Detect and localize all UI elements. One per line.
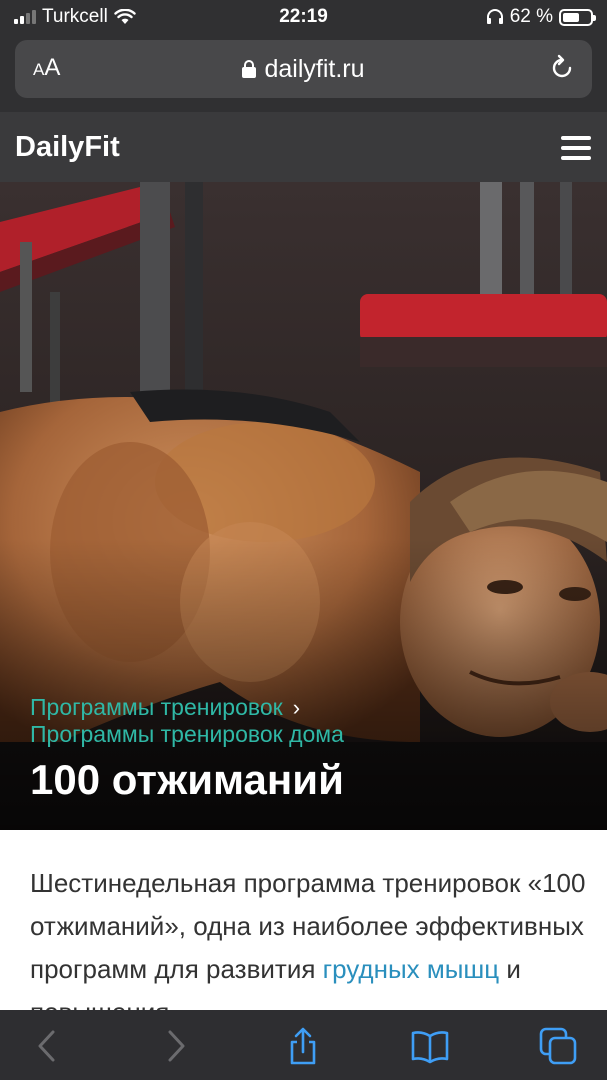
hero-text: Программы тренировок › Программы трениров… bbox=[30, 694, 590, 805]
breadcrumb-separator-icon: › bbox=[292, 695, 301, 720]
reload-icon[interactable] bbox=[548, 54, 576, 82]
battery-percent: 62 % bbox=[509, 6, 553, 27]
page-title: 100 отжиманий bbox=[30, 756, 344, 803]
forward-icon[interactable] bbox=[155, 1026, 195, 1066]
address-field[interactable]: AA dailyfit.ru bbox=[15, 40, 592, 98]
bookmarks-icon[interactable] bbox=[410, 1026, 450, 1066]
hamburger-menu-icon[interactable] bbox=[561, 136, 591, 160]
battery-icon bbox=[559, 8, 596, 26]
browser-toolbar bbox=[0, 1010, 607, 1080]
share-icon[interactable] bbox=[283, 1026, 323, 1066]
lock-icon bbox=[242, 60, 257, 78]
url-text: dailyfit.ru bbox=[264, 55, 365, 83]
site-header: DailyFit bbox=[0, 112, 607, 182]
back-icon[interactable] bbox=[28, 1026, 68, 1066]
hero-banner: Программы тренировок › Программы трениров… bbox=[0, 182, 607, 830]
battery-fill bbox=[563, 12, 580, 22]
article-intro: Шестинедельная программа тренировок «100… bbox=[30, 862, 590, 1010]
headphones-icon bbox=[486, 9, 503, 24]
breadcrumb-link-programs[interactable]: Программы тренировок bbox=[30, 694, 283, 720]
status-bar: Turkcell 22:19 62 % bbox=[0, 0, 607, 34]
address-bar-area: AA dailyfit.ru bbox=[0, 34, 607, 112]
chest-muscles-link[interactable]: грудных мышц bbox=[323, 954, 500, 984]
tabs-icon[interactable] bbox=[538, 1026, 578, 1066]
article-body: Шестинедельная программа тренировок «100… bbox=[0, 830, 607, 1010]
breadcrumb-link-home-programs[interactable]: Программы тренировок дома bbox=[30, 721, 590, 747]
url-display[interactable]: dailyfit.ru bbox=[15, 55, 592, 84]
status-right: 62 % bbox=[486, 6, 596, 28]
breadcrumb: Программы тренировок › bbox=[30, 694, 590, 721]
site-logo[interactable]: DailyFit bbox=[15, 131, 120, 164]
